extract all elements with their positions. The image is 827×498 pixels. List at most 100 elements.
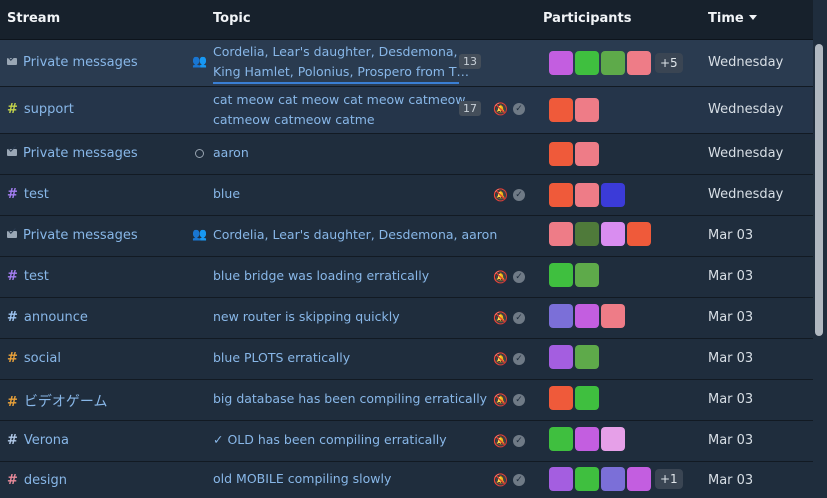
avatar[interactable] [549, 304, 573, 328]
table-row[interactable]: # Verona ✓ OLD has been compiling erratic… [0, 421, 813, 462]
time: Mar 03 [708, 433, 754, 448]
avatar[interactable] [575, 183, 599, 207]
avatar[interactable] [575, 427, 599, 451]
table-row[interactable]: # test blue bridge was loading erraticall… [0, 257, 813, 298]
topic-actions: 🔕 ✓ [493, 393, 527, 407]
avatar[interactable] [549, 142, 573, 166]
mute-icon[interactable]: 🔕 [493, 473, 508, 487]
topic-actions: 🔕 ✓ [493, 311, 527, 325]
stream-link[interactable]: # design [7, 473, 67, 488]
participants: +5 [549, 51, 683, 75]
table-row[interactable]: # announce new router is skipping quickly… [0, 298, 813, 339]
avatar[interactable] [601, 222, 625, 246]
mark-read-icon[interactable]: ✓ [513, 394, 525, 406]
stream-link[interactable]: # ビデオゲーム [7, 391, 108, 411]
table-row[interactable]: # ビデオゲーム big database has been compiling … [0, 380, 813, 421]
avatar[interactable] [549, 345, 573, 369]
more-participants[interactable]: +1 [655, 469, 683, 489]
avatar[interactable] [549, 98, 573, 122]
mute-icon[interactable]: 🔕 [493, 434, 508, 448]
table-row[interactable]: # support cat meow cat meow cat meow catm… [0, 87, 813, 134]
stream-link[interactable]: # Verona [7, 433, 69, 448]
time: Wednesday [708, 55, 784, 70]
mute-icon[interactable]: 🔕 [493, 188, 508, 202]
topic-link[interactable]: big database has been compiling erratica… [213, 389, 487, 409]
table-row[interactable]: # design old MOBILE compiling slowly 🔕 ✓ … [0, 462, 813, 498]
time: Mar 03 [708, 228, 754, 243]
avatar[interactable] [549, 51, 573, 75]
topic-link[interactable]: aaron [213, 143, 249, 163]
table-row[interactable]: Private messages 👥 Cordelia, Lear's daug… [0, 40, 813, 87]
avatar[interactable] [549, 427, 573, 451]
avatar[interactable] [549, 222, 573, 246]
more-participants[interactable]: +5 [655, 53, 683, 73]
avatar[interactable] [549, 183, 573, 207]
stream-link[interactable]: Private messages [7, 228, 138, 243]
unread-count: 13 [459, 54, 481, 69]
stream-link[interactable]: Private messages [7, 146, 138, 161]
mute-icon[interactable]: 🔕 [493, 311, 508, 325]
topic-link[interactable]: new router is skipping quickly [213, 307, 400, 327]
avatar[interactable] [575, 98, 599, 122]
avatar[interactable] [575, 51, 599, 75]
stream-link[interactable]: # support [7, 102, 74, 117]
avatar[interactable] [601, 467, 625, 491]
envelope-icon [7, 149, 17, 156]
mark-read-icon[interactable]: ✓ [513, 353, 525, 365]
mark-read-icon[interactable]: ✓ [513, 189, 525, 201]
avatar[interactable] [601, 51, 625, 75]
column-topic-header[interactable]: Topic [213, 11, 251, 26]
mute-icon[interactable]: 🔕 [493, 352, 508, 366]
column-stream-header[interactable]: Stream [7, 11, 60, 26]
table-row[interactable]: # test blue 🔕 ✓ Wednesday [0, 175, 813, 216]
participants [549, 222, 651, 246]
sort-caret-icon [748, 15, 757, 20]
topic-link[interactable]: Cordelia, Lear's daughter, Desdemona, aa… [213, 225, 497, 245]
avatar[interactable] [575, 263, 599, 287]
mark-read-icon[interactable]: ✓ [513, 474, 525, 486]
topic-link[interactable]: cat meow cat meow cat meow catmeow catmeo… [213, 90, 466, 130]
mute-icon[interactable]: 🔕 [493, 102, 508, 116]
avatar[interactable] [601, 304, 625, 328]
topic-actions: 🔕 ✓ [493, 434, 527, 448]
hash-icon: # [7, 102, 18, 117]
topic-link[interactable]: blue bridge was loading erratically [213, 266, 429, 286]
avatar[interactable] [627, 467, 651, 491]
participants [549, 304, 625, 328]
mark-read-icon[interactable]: ✓ [513, 271, 525, 283]
avatar[interactable] [627, 51, 651, 75]
stream-link[interactable]: # social [7, 351, 61, 366]
topic-link[interactable]: blue PLOTS erratically [213, 348, 350, 368]
avatar[interactable] [575, 467, 599, 491]
avatar[interactable] [575, 304, 599, 328]
avatar[interactable] [601, 183, 625, 207]
stream-link[interactable]: # test [7, 269, 49, 284]
table-row[interactable]: Private messages aaron Wednesday [0, 134, 813, 175]
avatar[interactable] [575, 142, 599, 166]
topic-link[interactable]: Cordelia, Lear's daughter, Desdemona, Kin… [213, 42, 469, 82]
avatar[interactable] [549, 467, 573, 491]
mute-icon[interactable]: 🔕 [493, 270, 508, 284]
avatar[interactable] [575, 386, 599, 410]
avatar[interactable] [549, 386, 573, 410]
mark-read-icon[interactable]: ✓ [513, 103, 525, 115]
table-row[interactable]: Private messages 👥 Cordelia, Lear's daug… [0, 216, 813, 257]
topic-link[interactable]: ✓ OLD has been compiling erratically [213, 430, 447, 450]
avatar[interactable] [549, 263, 573, 287]
mark-read-icon[interactable]: ✓ [513, 435, 525, 447]
column-time-header[interactable]: Time [708, 11, 757, 26]
stream-link[interactable]: # announce [7, 310, 88, 325]
avatar[interactable] [575, 222, 599, 246]
stream-link[interactable]: Private messages [7, 55, 138, 70]
table-row[interactable]: # social blue PLOTS erratically 🔕 ✓ Mar 0… [0, 339, 813, 380]
avatar[interactable] [575, 345, 599, 369]
avatar[interactable] [627, 222, 651, 246]
mark-read-icon[interactable]: ✓ [513, 312, 525, 324]
avatar[interactable] [601, 427, 625, 451]
scrollbar[interactable] [815, 44, 823, 336]
topic-link[interactable]: old MOBILE compiling slowly [213, 469, 391, 489]
topic-link[interactable]: blue [213, 184, 240, 204]
stream-link[interactable]: # test [7, 187, 49, 202]
mute-icon[interactable]: 🔕 [493, 393, 508, 407]
hash-icon: # [7, 187, 18, 202]
